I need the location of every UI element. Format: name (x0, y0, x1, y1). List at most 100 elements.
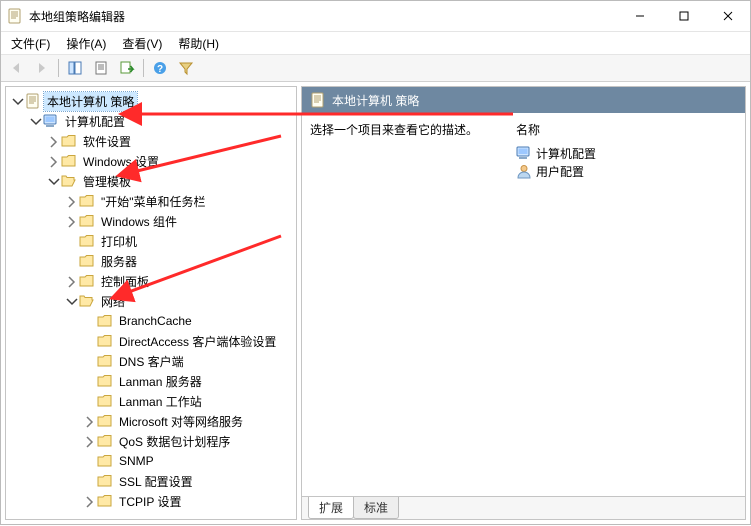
expand-toggle[interactable] (82, 434, 96, 448)
expander-spacer (82, 374, 96, 388)
menu-view-label: 查看(V) (122, 35, 162, 52)
folder-icon (61, 153, 77, 169)
tree-label: 控制面板 (98, 272, 152, 291)
expand-toggle[interactable] (82, 494, 96, 508)
folder-icon (97, 313, 113, 329)
folder-icon (97, 493, 113, 509)
policy-icon (310, 92, 326, 108)
details-header: 本地计算机 策略 (302, 87, 745, 113)
tree-label: QoS 数据包计划程序 (116, 432, 233, 451)
expand-toggle[interactable] (64, 294, 78, 308)
tree-printers[interactable]: 打印机 (64, 231, 296, 251)
expander-spacer (82, 474, 96, 488)
tree-servers[interactable]: 服务器 (64, 251, 296, 271)
details-pane: 本地计算机 策略 选择一个项目来查看它的描述。 名称 计算机配置 用户配置 (301, 86, 746, 520)
tree-ms-p2p[interactable]: Microsoft 对等网络服务 (82, 411, 296, 431)
expander-spacer (64, 254, 78, 268)
tree-label: 网络 (98, 292, 128, 311)
expand-toggle[interactable] (46, 134, 60, 148)
menu-help-label: 帮助(H) (178, 35, 219, 52)
list-column-name[interactable]: 名称 (516, 121, 739, 138)
computer-icon (516, 145, 532, 161)
tree-label: 打印机 (98, 232, 140, 251)
tree-network[interactable]: 网络 (64, 291, 296, 311)
tab-extended[interactable]: 扩展 (308, 497, 354, 519)
tree-label: Microsoft 对等网络服务 (116, 412, 246, 431)
tree-windows-components[interactable]: Windows 组件 (64, 211, 296, 231)
list-view[interactable]: 名称 计算机配置 用户配置 (510, 121, 745, 496)
tree-label: 计算机配置 (62, 112, 128, 131)
expand-toggle[interactable] (82, 414, 96, 428)
tree-software-settings[interactable]: 软件设置 (46, 131, 296, 151)
folder-icon (97, 393, 113, 409)
policy-icon (25, 93, 41, 109)
menu-help[interactable]: 帮助(H) (170, 32, 227, 54)
tree-pane[interactable]: 本地计算机 策略 计算机配置 软件设置 (5, 86, 297, 520)
tree-lanman-workstation[interactable]: Lanman 工作站 (82, 391, 296, 411)
menu-view[interactable]: 查看(V) (114, 32, 170, 54)
list-item[interactable]: 计算机配置 (516, 144, 739, 162)
close-button[interactable] (706, 1, 750, 31)
folder-icon (97, 413, 113, 429)
tree-label: TCPIP 设置 (116, 492, 184, 511)
expand-toggle[interactable] (10, 94, 24, 108)
export-list-button[interactable] (114, 56, 140, 80)
toolbar-separator (143, 59, 144, 77)
show-hide-tree-button[interactable] (62, 56, 88, 80)
filter-button[interactable] (173, 56, 199, 80)
tree-start-menu-taskbar[interactable]: "开始"菜单和任务栏 (64, 191, 296, 211)
expand-toggle[interactable] (28, 114, 42, 128)
expand-toggle[interactable] (46, 174, 60, 188)
tree-control-panel[interactable]: 控制面板 (64, 271, 296, 291)
minimize-button[interactable] (618, 1, 662, 31)
tree-ssl-config[interactable]: SSL 配置设置 (82, 471, 296, 491)
folder-icon (97, 453, 113, 469)
tree-label: 管理模板 (80, 172, 134, 191)
expand-toggle[interactable] (46, 154, 60, 168)
folder-icon (97, 433, 113, 449)
tree-admin-templates[interactable]: 管理模板 (46, 171, 296, 191)
tree-label: SNMP (116, 453, 157, 469)
expand-toggle[interactable] (64, 214, 78, 228)
folder-icon (79, 233, 95, 249)
help-button[interactable]: ? (147, 56, 173, 80)
tab-standard[interactable]: 标准 (353, 497, 399, 519)
tree-snmp[interactable]: SNMP (82, 451, 296, 471)
titlebar: 本地组策略编辑器 (1, 1, 750, 32)
folder-icon (79, 253, 95, 269)
tree-directaccess[interactable]: DirectAccess 客户端体验设置 (82, 331, 296, 351)
menu-action[interactable]: 操作(A) (58, 32, 114, 54)
toolbar-separator (58, 59, 59, 77)
tree-qos[interactable]: QoS 数据包计划程序 (82, 431, 296, 451)
tree-branchcache[interactable]: BranchCache (82, 311, 296, 331)
tree-label: Windows 设置 (80, 152, 162, 171)
expand-toggle[interactable] (64, 274, 78, 288)
back-button[interactable] (3, 56, 29, 80)
list-item-label: 计算机配置 (536, 145, 596, 162)
expander-spacer (82, 314, 96, 328)
tree-root-label: 本地计算机 策略 (44, 92, 137, 111)
menu-file[interactable]: 文件(F) (3, 32, 58, 54)
tree-dns-client[interactable]: DNS 客户端 (82, 351, 296, 371)
expand-toggle[interactable] (64, 194, 78, 208)
properties-button[interactable] (88, 56, 114, 80)
tree-label: 服务器 (98, 252, 140, 271)
expander-spacer (82, 394, 96, 408)
folder-icon (97, 333, 113, 349)
maximize-button[interactable] (662, 1, 706, 31)
folder-icon (79, 273, 95, 289)
forward-button[interactable] (29, 56, 55, 80)
folder-icon (97, 373, 113, 389)
list-item[interactable]: 用户配置 (516, 162, 739, 180)
folder-icon (61, 133, 77, 149)
tree-label: DirectAccess 客户端体验设置 (116, 332, 279, 351)
folder-icon (79, 293, 95, 309)
tree-root[interactable]: 本地计算机 策略 (10, 91, 296, 111)
tree-lanman-server[interactable]: Lanman 服务器 (82, 371, 296, 391)
tree-tcpip[interactable]: TCPIP 设置 (82, 491, 296, 511)
tree-computer-config[interactable]: 计算机配置 (28, 111, 296, 131)
tree-label: Lanman 工作站 (116, 392, 205, 411)
tree-label: "开始"菜单和任务栏 (98, 192, 209, 211)
tree-windows-settings[interactable]: Windows 设置 (46, 151, 296, 171)
tab-label: 扩展 (319, 501, 343, 515)
